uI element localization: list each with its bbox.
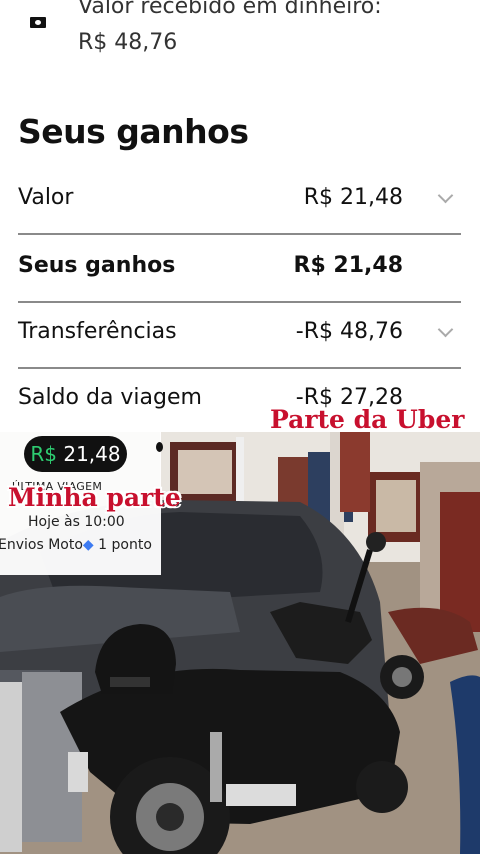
- cash-received-row: Valor recebido em dinheiro: R$ 48,76: [0, 0, 480, 70]
- row-transferencias[interactable]: Transferências -R$ 48,76: [18, 301, 461, 369]
- trip-amount-pill: R$ 21,48: [24, 436, 127, 472]
- row-label: Valor: [18, 185, 74, 210]
- dot-icon: [156, 442, 163, 452]
- row-seus-ganhos: Seus ganhos R$ 21,48: [18, 235, 461, 303]
- earnings-heading: Seus ganhos: [18, 112, 249, 151]
- chevron-down-icon[interactable]: [437, 187, 454, 204]
- my-part-annotation: Minha parte: [8, 483, 181, 512]
- points-label: 1 ponto: [98, 537, 152, 553]
- row-valor[interactable]: Valor R$ 21,48: [18, 167, 461, 235]
- cash-icon: [30, 17, 46, 28]
- chevron-down-icon[interactable]: [437, 321, 454, 338]
- trip-time: Hoje às 10:00: [28, 514, 125, 530]
- diamond-icon: ◆: [82, 537, 94, 553]
- row-label: Seus ganhos: [18, 253, 176, 278]
- row-label: Transferências: [18, 319, 177, 344]
- row-value: R$ 21,48: [303, 185, 403, 210]
- trip-amount: 21,48: [63, 442, 121, 466]
- row-label: Saldo da viagem: [18, 385, 202, 410]
- trip-service-line: Envios Moto◆ 1 ponto: [0, 537, 152, 553]
- row-value: R$ 21,48: [293, 253, 404, 278]
- cash-received-value: R$ 48,76: [78, 30, 178, 55]
- uber-part-annotation: Parte da Uber: [270, 405, 465, 434]
- currency-label: R$: [30, 442, 57, 466]
- row-value: -R$ 48,76: [295, 319, 403, 344]
- service-name: Envios Moto: [0, 537, 83, 553]
- cash-received-label: Valor recebido em dinheiro:: [78, 0, 382, 19]
